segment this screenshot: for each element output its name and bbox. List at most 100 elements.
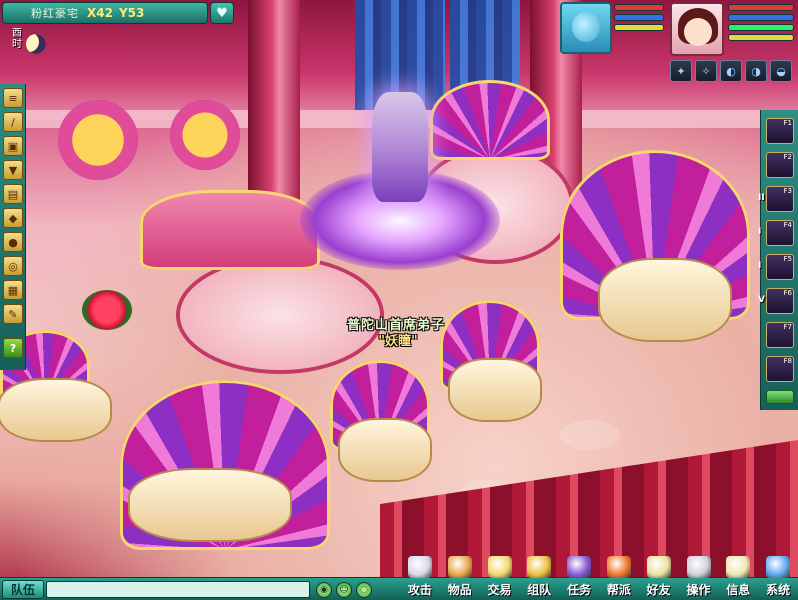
menu-label: 攻击 [407,583,432,597]
skill-slot-5[interactable]: ◒ [770,60,792,82]
chat-input[interactable] [46,581,310,598]
game-scene[interactable]: 普陀山首席弟子 "妖瞳" [0,0,798,600]
settings-icon[interactable]: ✎ [3,304,23,324]
hotkey-slot-f3[interactable]: II F3 [758,186,794,212]
player-hp-fill [729,5,793,10]
messages-button[interactable]: 信息 [718,556,758,600]
player-portrait[interactable] [670,2,724,56]
menu-label: 组队 [527,583,552,597]
npc-name[interactable]: "妖瞳" [358,330,438,349]
trade-button[interactable]: 交易 [480,556,520,600]
hotkey-slot-f8[interactable]: F8 [766,356,794,382]
player-exp-fill [729,35,793,40]
question-icon[interactable]: ◎ [3,256,23,276]
hotkey-label: F8 [783,357,792,365]
hotkey-label: F5 [783,255,792,263]
location-name: 粉红豪宅 [31,7,79,20]
shell-headboard [430,80,550,160]
system-button[interactable]: 系统 [758,556,798,600]
main-menu-bar: 攻击 物品 交易 组队 任务 帮派 好友 操作 信息 系统 [400,556,798,600]
chest-icon [447,556,472,578]
player-mp-fill [729,15,793,20]
guild-button[interactable]: 帮派 [599,556,639,600]
coordinate-x: X42 [87,6,113,20]
player-hp-bar [728,4,794,11]
player-mp-bar [728,14,794,21]
hotkey-label: F4 [783,221,792,229]
actions-button[interactable]: 操作 [679,556,719,600]
hotkey-slot-f4[interactable]: I F4 [758,220,794,246]
guild-icon [606,556,631,578]
hotkey-bar: F1 F2 II F3 I F4 I F5 V F6 F7 F8 [758,110,798,410]
scroll-icon[interactable]: ≡ [3,88,23,108]
throne-seat [600,260,730,340]
pet-hp-fill [615,5,663,10]
heart-icon: ♥ [216,5,228,21]
hotkey-level: V [758,295,765,305]
help-icon[interactable]: ? [3,338,23,358]
book-icon[interactable]: ▤ [3,184,23,204]
menu-label: 系统 [766,583,791,597]
hotkey-slot-f5[interactable]: I F5 [758,254,794,280]
pet-mp-bar [614,14,664,21]
emote-icon[interactable]: ☺ [336,582,352,598]
skill-slot-4[interactable]: ◑ [745,60,767,82]
hotkey-slot-f2[interactable]: F2 [766,152,794,178]
throne-seat [130,470,290,540]
left-toolbar: ≡ / ▣ ▼ ▤ ◆ ● ◎ ▦ ✎ ? [0,84,26,370]
map-icon[interactable]: ▦ [3,280,23,300]
menu-label: 操作 [686,583,711,597]
hotbar-toggle-button[interactable] [766,390,794,404]
menu-label: 信息 [726,583,751,597]
attack-button[interactable]: 攻击 [400,556,440,600]
pet-portrait[interactable] [560,2,612,54]
skill-slot-3[interactable]: ◐ [720,60,742,82]
quest-button[interactable]: 任务 [559,556,599,600]
skill-slot-2[interactable]: ✧ [695,60,717,82]
hotkey-slot-f6[interactable]: V F6 [758,288,794,314]
skill-slot-1[interactable]: ✦ [670,60,692,82]
hotkey-label: F2 [783,153,792,161]
flower-vase [82,290,132,330]
menu-label: 交易 [487,583,512,597]
team-menu-button[interactable]: 组队 [519,556,559,600]
time-indicator: 酉时 [4,28,48,62]
heart-wall-ornament [58,100,138,180]
friend-icon [646,556,671,578]
hotkey-label: F6 [783,289,792,297]
menu-label: 好友 [646,583,671,597]
location-bar: 粉红豪宅 X42 Y53 [2,2,208,24]
menu-label: 任务 [567,583,592,597]
map-button[interactable]: ♥ [210,2,234,24]
hotkey-slot-f1[interactable]: F1 [766,118,794,144]
items-button[interactable]: 物品 [440,556,480,600]
pillar [248,0,300,200]
gear-icon [686,556,711,578]
pet-status-bars [614,4,664,34]
hotkey-level: II [758,193,765,203]
npc-character[interactable] [372,92,428,202]
throne-seat [0,380,110,440]
menu-label: 物品 [447,583,472,597]
time-label: 酉时 [12,28,22,50]
chat-bubble-icon[interactable]: ◌ [356,582,372,598]
heart-sofa[interactable] [140,190,320,270]
voice-icon[interactable]: ◉ [316,582,332,598]
quest-icon [567,556,592,578]
pet-exp-bar [614,24,664,31]
pet-mp-fill [615,15,663,20]
bag-icon[interactable]: ▣ [3,136,23,156]
letter-icon [726,556,751,578]
coin-icon[interactable]: ● [3,232,23,252]
friends-button[interactable]: 好友 [639,556,679,600]
hotkey-label: F7 [783,323,792,331]
trophy-icon[interactable]: ▼ [3,160,23,180]
chair-seat [340,420,430,480]
sword-icon[interactable]: / [3,112,23,132]
hotkey-slot-f7[interactable]: F7 [766,322,794,348]
team-button[interactable]: 队伍 [2,580,44,599]
player-exp-bar [728,34,794,41]
sun-wall-ornament [170,100,240,170]
player-avatar [684,18,712,46]
gem-icon[interactable]: ◆ [3,208,23,228]
